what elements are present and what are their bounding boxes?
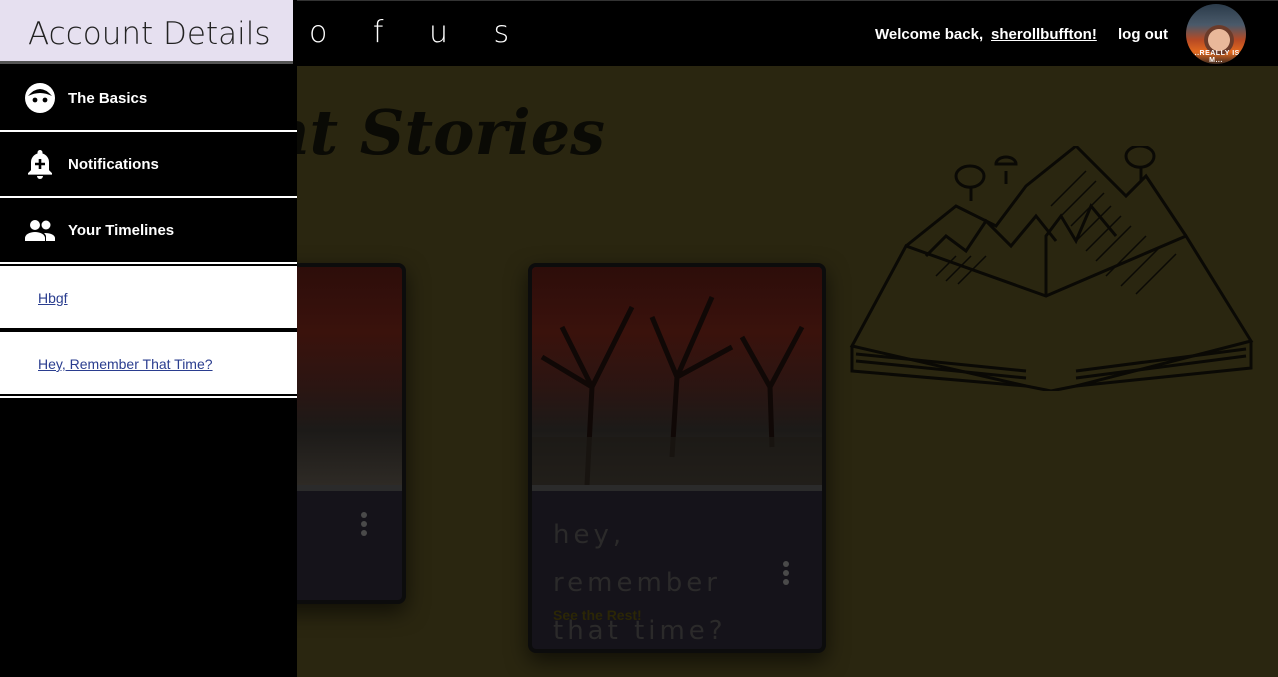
timeline-list-item: Hbgf	[0, 266, 297, 330]
sidebar-header: Account Details	[0, 0, 293, 64]
sidebar-title: Account Details	[28, 16, 271, 52]
story-photo	[532, 267, 822, 486]
avatar-caption: ...REALLY IS M...	[1192, 50, 1240, 64]
bell-plus-icon	[28, 150, 52, 179]
see-the-rest-link[interactable]: See the Rest!	[553, 607, 642, 623]
avatar[interactable]: ...REALLY IS M...	[1186, 4, 1246, 64]
story-card[interactable]: hey, remember that time? See the Rest!	[528, 263, 826, 653]
divider	[0, 396, 297, 398]
sidebar-item-your-timelines[interactable]: Your Timelines	[0, 198, 297, 264]
story-title: hey, remember that time?	[553, 520, 727, 646]
timeline-link-hey-remember[interactable]: Hey, Remember That Time?	[38, 356, 213, 372]
username-link[interactable]: sherollbuffton!	[991, 26, 1097, 43]
timeline-link-hbgf[interactable]: Hbgf	[38, 290, 68, 306]
account-sidebar: Account Details The Basics Notifications…	[0, 0, 297, 677]
sidebar-item-label: Your Timelines	[68, 222, 175, 239]
tree-photo-icon	[532, 295, 822, 486]
sidebar-item-notifications[interactable]: Notifications	[0, 132, 297, 198]
more-options-icon[interactable]	[783, 561, 789, 588]
brand-logo-text: o f u s	[309, 15, 528, 50]
sidebar-item-label: Notifications	[68, 156, 159, 173]
sidebar-item-the-basics[interactable]: The Basics	[0, 66, 297, 132]
welcome-text: Welcome back,	[875, 26, 984, 43]
more-options-icon[interactable]	[361, 512, 367, 539]
timeline-list-item: Hey, Remember That Time?	[0, 332, 297, 396]
face-icon	[25, 83, 55, 113]
sidebar-item-label: The Basics	[68, 90, 148, 107]
open-book-illustration	[849, 146, 1254, 391]
people-icon	[25, 220, 56, 241]
logout-link[interactable]: log out	[1118, 26, 1168, 43]
